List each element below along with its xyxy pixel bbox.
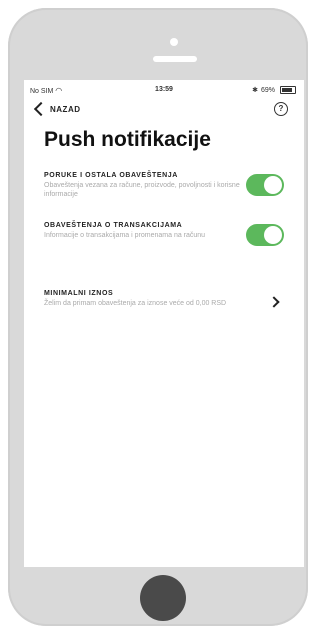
chevron-right-icon <box>268 296 280 308</box>
back-button[interactable]: NAZAD <box>33 101 81 117</box>
bluetooth-icon: ✱ <box>252 87 258 94</box>
messages-toggle[interactable] <box>246 174 284 196</box>
page-title: Push notifikacije <box>44 128 211 151</box>
setting-messages: PORUKE I OSTALA OBAVEŠTENJA Obaveštenja … <box>44 172 294 199</box>
setting-title: MINIMALNI IZNOS <box>44 290 114 297</box>
toggle-knob <box>264 226 282 244</box>
battery-indicator: ✱ 69% <box>252 86 296 94</box>
back-label: NAZAD <box>50 104 81 114</box>
toggle-knob <box>264 176 282 194</box>
transactions-toggle[interactable] <box>246 224 284 246</box>
nav-bar: NAZAD ? <box>24 100 304 124</box>
camera-dot <box>170 38 178 46</box>
setting-minimum-amount[interactable]: MINIMALNI IZNOS Želim da primam obavešte… <box>44 290 294 308</box>
home-button[interactable] <box>140 575 186 621</box>
battery-icon <box>280 86 296 94</box>
battery-percent: 69% <box>260 86 275 94</box>
setting-description: Obaveštenja vezana za račune, proizvode,… <box>44 182 240 198</box>
setting-description: Želim da primam obaveštenja za iznose ve… <box>44 300 227 307</box>
help-icon[interactable]: ? <box>274 102 288 116</box>
status-bar: No SIM ◠ 13:59 ✱ 69% <box>24 80 304 100</box>
speaker-bar <box>153 56 197 62</box>
chevron-left-icon <box>33 101 49 117</box>
setting-transactions: OBAVEŠTENJA O TRANSAKCIJAMA Informacije … <box>44 222 294 246</box>
setting-description: Informacije o transakcijama i promenama … <box>44 232 206 239</box>
phone-screen: No SIM ◠ 13:59 ✱ 69% NAZAD ? Push notifi… <box>24 80 304 567</box>
